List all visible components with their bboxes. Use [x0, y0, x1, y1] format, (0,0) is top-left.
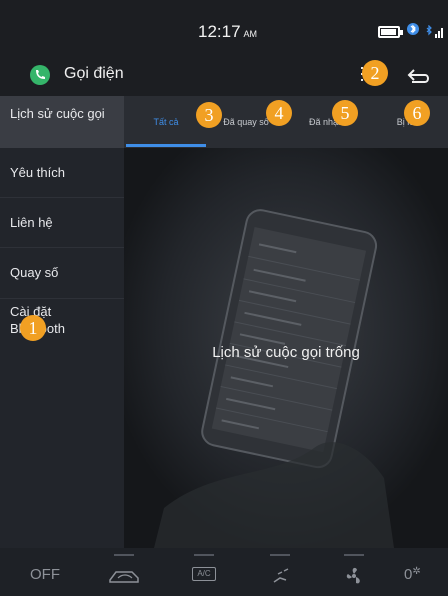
- recirculation-icon[interactable]: [106, 548, 144, 596]
- fan-icon[interactable]: [340, 548, 368, 596]
- sidebar-item-dialer[interactable]: Quay số: [0, 248, 124, 298]
- back-button[interactable]: [400, 60, 434, 90]
- phone-app-icon: [30, 65, 50, 85]
- status-bar: 12:17 AM: [0, 0, 448, 56]
- annotation-badge: 1: [20, 315, 46, 341]
- battery-icon: [378, 26, 403, 38]
- annotation-badge: 2: [362, 60, 388, 86]
- sidebar-item-bluetooth-settings[interactable]: Cài đặt Bluetooth: [0, 299, 124, 351]
- airflow-icon[interactable]: [268, 548, 294, 596]
- clock-time: 12:17: [198, 22, 241, 41]
- climate-bar: OFF A/C 0✲: [0, 548, 448, 596]
- call-history-panel: Lịch sử cuộc gọi trống: [124, 148, 448, 548]
- sidebar-item-label: Quay số: [10, 265, 59, 280]
- sidebar: Lịch sử cuộc gọi Yêu thích Liên hệ Quay …: [0, 96, 124, 548]
- climate-off-button[interactable]: OFF: [30, 566, 60, 583]
- sidebar-item-label: Yêu thích: [10, 165, 65, 180]
- annotation-badge: 4: [266, 100, 292, 126]
- ac-button[interactable]: A/C: [190, 548, 218, 596]
- sidebar-item-contacts[interactable]: Liên hệ: [0, 198, 124, 247]
- tab-all[interactable]: Tất cả: [126, 96, 206, 148]
- annotation-badge: 3: [196, 102, 222, 128]
- signal-icon: [426, 25, 443, 38]
- active-tab-indicator: [126, 144, 206, 147]
- sidebar-item-call-history[interactable]: Lịch sử cuộc gọi: [0, 96, 124, 148]
- app-title: Gọi điện: [64, 65, 124, 82]
- bluetooth-phone-icon: [407, 23, 419, 35]
- fan-small-icon: ✲: [412, 566, 421, 577]
- fan-speed-value[interactable]: 0✲: [404, 566, 421, 583]
- annotation-badge: 6: [404, 100, 430, 126]
- sidebar-item-label: Lịch sử cuộc gọi: [10, 106, 105, 121]
- sidebar-item-favorites[interactable]: Yêu thích: [0, 148, 124, 197]
- annotation-badge: 5: [332, 100, 358, 126]
- clock: 12:17 AM: [198, 22, 257, 42]
- sidebar-item-label: Liên hệ: [10, 215, 53, 230]
- ac-label: A/C: [192, 567, 216, 581]
- clock-ampm: AM: [243, 29, 258, 39]
- empty-state-message: Lịch sử cuộc gọi trống: [212, 344, 360, 361]
